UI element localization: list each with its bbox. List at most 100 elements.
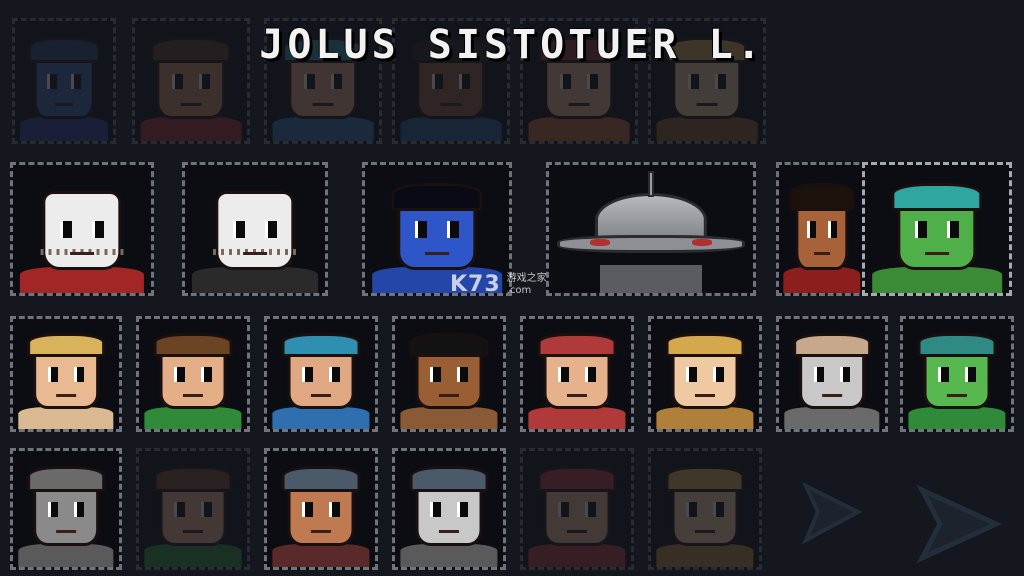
character-body (656, 407, 754, 429)
character-green-helmet-ponytail[interactable] (900, 316, 1014, 432)
character-teal-helmet-blue[interactable] (264, 316, 378, 432)
character-mouth (425, 252, 449, 256)
character-bald-grey[interactable] (776, 316, 888, 432)
character-striped-helmet-red[interactable] (264, 448, 378, 570)
character-red-cap-bandana[interactable] (520, 316, 634, 432)
character-body (908, 407, 1006, 429)
character-robot-dome[interactable] (546, 162, 756, 296)
character-hair (891, 182, 983, 211)
character-eye (828, 221, 837, 238)
character-body (18, 543, 114, 567)
character-body (272, 543, 370, 567)
character-blonde-girl-faded[interactable] (648, 448, 762, 570)
character-eye (686, 502, 697, 518)
character-hair (789, 182, 855, 211)
character-eye (807, 221, 816, 238)
character-mouth (70, 252, 94, 256)
character-mouth (438, 529, 460, 533)
character-eye (459, 73, 471, 90)
character-hair (27, 333, 105, 358)
character-eye (174, 367, 185, 382)
character-eye (201, 367, 212, 382)
character-body (400, 407, 498, 429)
character-select-screen: JOLUS SISTOTUER L. K73 游戏之家 .com (0, 0, 1024, 576)
character-body (192, 267, 318, 293)
character-mouth (56, 529, 76, 533)
character-body (400, 117, 502, 141)
character-hair (665, 466, 745, 492)
character-body (144, 543, 242, 567)
character-body (18, 407, 114, 429)
character-eye (302, 367, 313, 382)
arrow-right-icon[interactable] (914, 484, 1004, 564)
character-hair (391, 182, 483, 211)
character-hockey-mask-red[interactable] (10, 162, 154, 296)
watermark-sub: 游戏之家 .com (507, 273, 547, 297)
character-blonde-headband[interactable] (10, 316, 122, 432)
character-blonde-girl[interactable] (648, 316, 762, 432)
character-hair (537, 466, 617, 492)
character-body (272, 117, 374, 141)
character-hockey-mask-dark[interactable] (182, 162, 328, 296)
character-brown-hair-faded[interactable] (136, 448, 250, 570)
character-hair (665, 333, 745, 358)
character-eye (457, 367, 468, 382)
character-hair (281, 466, 361, 492)
character-mouth (312, 102, 334, 106)
character-eye (201, 502, 212, 518)
arrow-left-icon[interactable] (796, 478, 868, 548)
character-eye (430, 502, 441, 518)
character-eye (302, 502, 313, 518)
robot-body-icon (600, 264, 702, 293)
character-head (215, 190, 295, 270)
character-eye (687, 73, 699, 90)
character-hair (153, 333, 233, 358)
character-mouth (822, 393, 842, 397)
character-eye (329, 367, 340, 382)
character-dark-skin-red-shirt[interactable] (776, 162, 868, 296)
character-mouth (54, 102, 74, 106)
character-mouth (56, 393, 76, 397)
character-body (656, 543, 754, 567)
character-mouth (182, 529, 204, 533)
character-hair (153, 466, 233, 492)
character-eye (914, 221, 928, 238)
character-striped-helmet-grey[interactable] (392, 448, 506, 570)
character-eye (558, 367, 569, 382)
character-green-skin-teal-hair[interactable] (862, 162, 1012, 296)
character-mouth (243, 252, 267, 256)
character-eye (47, 367, 59, 382)
character-mouth (440, 102, 462, 106)
character-body (19, 267, 145, 293)
character-eye (59, 221, 73, 238)
character-hair (409, 466, 489, 492)
character-body (528, 543, 626, 567)
character-body (528, 117, 630, 141)
character-eye (965, 367, 976, 382)
character-eye (331, 73, 343, 90)
character-mouth (566, 393, 588, 397)
character-red-cap-faded[interactable] (520, 448, 634, 570)
character-mouth (814, 252, 830, 256)
character-eye (938, 367, 949, 382)
character-brown-hair-green[interactable] (136, 316, 250, 432)
character-body (783, 267, 861, 293)
robot-light-icon (589, 239, 611, 246)
character-eye (813, 367, 825, 382)
character-eye (558, 502, 569, 518)
character-body (656, 117, 758, 141)
character-eye (839, 367, 851, 382)
character-goggles-black-hair[interactable] (392, 316, 506, 432)
character-eye (303, 73, 315, 90)
character-body (144, 407, 242, 429)
watermark-logo: K73 (450, 272, 501, 297)
character-eye (559, 73, 571, 90)
character-eye (264, 221, 278, 238)
character-mouth (568, 102, 590, 106)
screen-title: JOLUS SISTOTUER L. (259, 22, 765, 68)
character-body (19, 117, 109, 141)
character-grey-knight[interactable] (10, 448, 122, 570)
character-eye (329, 502, 340, 518)
character-eye (457, 502, 468, 518)
character-eye (431, 73, 443, 90)
